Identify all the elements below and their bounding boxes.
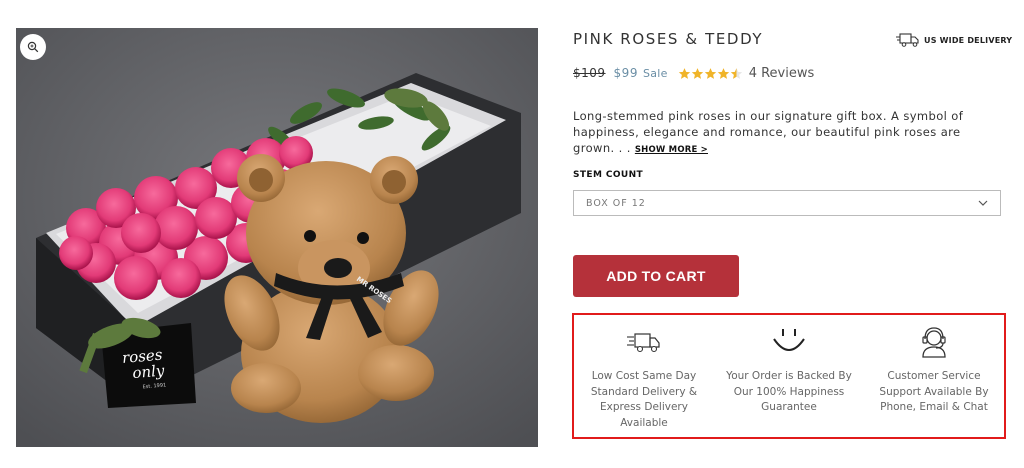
box-logo-line2: only: [132, 361, 166, 382]
zoom-icon: [27, 41, 39, 53]
description-text: Long-stemmed pink roses in our signature…: [573, 109, 964, 155]
stem-count-label: STEM COUNT: [573, 170, 644, 180]
feature-support-text: Customer Service Support Available By Ph…: [879, 370, 989, 413]
zoom-button[interactable]: [20, 34, 46, 60]
sale-label: Sale: [642, 66, 668, 80]
feature-delivery-text: Low Cost Same Day Standard Delivery & Ex…: [590, 370, 698, 429]
product-description: Long-stemmed pink roses in our signature…: [573, 108, 973, 158]
star-icon: [717, 67, 729, 79]
stem-count-select[interactable]: BOX OF 12: [573, 190, 1001, 216]
star-icon: [678, 67, 690, 79]
reviews-link[interactable]: 4 Reviews: [749, 66, 815, 81]
product-title: PINK ROSES & TEDDY: [573, 30, 764, 48]
stem-count-value: BOX OF 12: [586, 197, 646, 209]
chevron-down-icon: [978, 200, 988, 206]
features-panel: Low Cost Same Day Standard Delivery & Ex…: [572, 313, 1006, 439]
show-more-link[interactable]: SHOW MORE >: [635, 145, 708, 155]
price-row: $109 $99 Sale 4 Reviews: [573, 64, 814, 82]
headset-support-icon: [922, 327, 946, 358]
product-image: roses only Est. 1991 MR ROSES: [16, 28, 538, 447]
half-star-icon: [730, 67, 742, 79]
star-icon: [691, 67, 703, 79]
smiley-face-icon: [773, 329, 805, 351]
delivery-label: US WIDE DELIVERY: [924, 35, 1013, 45]
star-icon: [704, 67, 716, 79]
us-delivery-info: US WIDE DELIVERY: [896, 32, 1012, 48]
original-price: $109: [573, 66, 606, 80]
delivery-truck-icon: [896, 33, 919, 47]
feature-guarantee-text: Your Order is Backed By Our 100% Happine…: [726, 370, 852, 413]
fast-delivery-truck-icon: [627, 333, 660, 353]
sale-price: $99: [613, 66, 638, 80]
add-to-cart-button[interactable]: ADD TO CART: [573, 255, 739, 297]
rating-stars[interactable]: [678, 67, 743, 80]
